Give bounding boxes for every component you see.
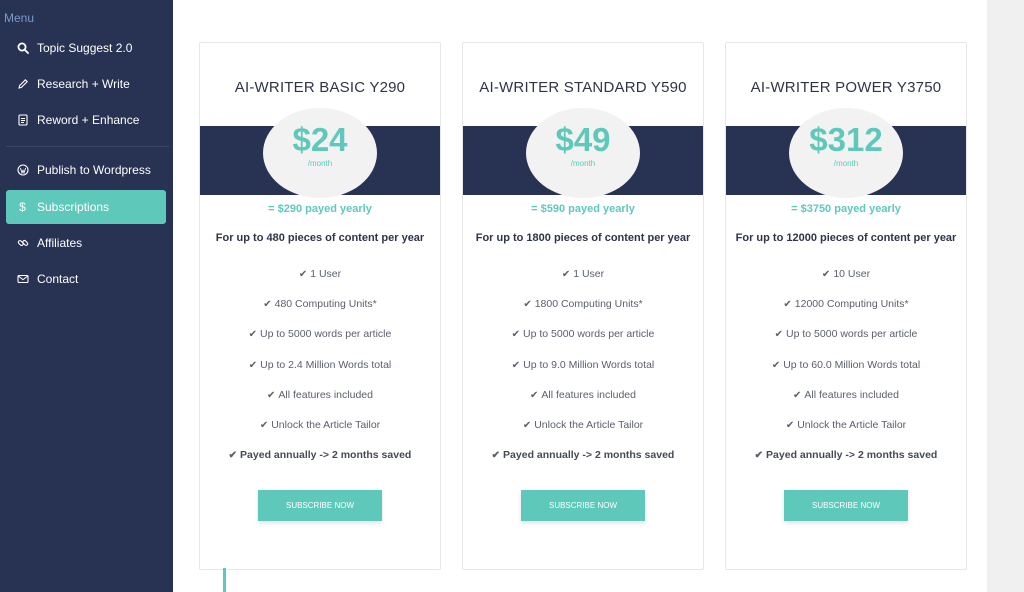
sidebar-item-research-write[interactable]: Research + Write	[6, 67, 166, 101]
plan-price: $49	[555, 121, 611, 158]
sidebar-item-label: Research + Write	[37, 77, 130, 91]
feature-list: ✔ 10 User ✔ 12000 Computing Units* ✔ Up to …	[726, 268, 966, 479]
yearly-price: = $290 payed yearly	[268, 203, 372, 215]
sidebar: Menu Topic Suggest 2.0 Research + Write …	[0, 0, 173, 592]
feature-item: ✔ Payed annually -> 2 months saved	[754, 449, 938, 462]
sidebar-item-label: Topic Suggest 2.0	[37, 41, 133, 55]
search-icon	[16, 42, 29, 55]
check-icon: ✔	[248, 359, 258, 371]
check-icon: ✔	[491, 450, 501, 462]
wordpress-icon	[16, 164, 29, 177]
feature-item: ✔ All features included	[530, 388, 636, 401]
page-scroll-gutter	[987, 0, 1024, 592]
feature-item: ✔ Up to 5000 words per article	[248, 328, 392, 341]
plan-title: AI-WRITER POWER Y3750	[750, 79, 942, 96]
feature-item: ✔ All features included	[267, 388, 373, 401]
feature-item: ✔ Unlock the Article Tailor	[522, 418, 644, 431]
sidebar-item-label: Subscriptions	[37, 200, 110, 214]
check-icon: ✔	[774, 329, 784, 341]
plan-price: $312	[809, 121, 883, 158]
check-icon: ✔	[259, 419, 269, 431]
plan-card-standard: AI-WRITER STANDARD Y590 $49 /month = $59…	[462, 42, 704, 570]
link-icon	[16, 237, 29, 250]
price-badge: $49 /month	[526, 108, 640, 198]
check-icon: ✔	[771, 359, 781, 371]
price-badge: $24 /month	[263, 108, 377, 198]
pencil-icon	[16, 78, 29, 91]
feature-item: ✔ 12000 Computing Units*	[783, 298, 909, 311]
feature-item: ✔ 1 User	[298, 268, 342, 280]
feature-item: ✔ Up to 2.4 Million Words total	[248, 358, 392, 371]
feature-item: ✔ Up to 9.0 Million Words total	[511, 358, 655, 371]
plan-price: $24	[292, 121, 348, 158]
check-icon: ✔	[511, 329, 521, 341]
check-icon: ✔	[522, 419, 532, 431]
check-icon: ✔	[523, 299, 532, 311]
sidebar-item-contact[interactable]: Contact	[6, 262, 166, 296]
check-icon: ✔	[511, 359, 521, 371]
document-icon	[16, 114, 29, 127]
check-icon: ✔	[267, 389, 276, 401]
plan-card-basic: AI-WRITER BASIC Y290 $24 /month = $290 p…	[199, 42, 441, 570]
content-limit: For up to 480 pieces of content per year	[215, 232, 425, 244]
check-icon: ✔	[785, 419, 795, 431]
dollar-icon: $	[19, 200, 26, 214]
subscribe-button[interactable]: Subscribe Now	[521, 490, 645, 521]
price-period: /month	[570, 159, 596, 168]
check-icon: ✔	[821, 269, 831, 280]
sidebar-item-reword-enhance[interactable]: Reword + Enhance	[6, 103, 166, 137]
check-icon: ✔	[530, 389, 539, 401]
price-badge: $312 /month	[789, 108, 903, 198]
feature-item: ✔ 1 User	[561, 268, 605, 280]
subscribe-button[interactable]: Subscribe Now	[784, 490, 908, 521]
check-icon: ✔	[248, 329, 258, 341]
sidebar-item-label: Reword + Enhance	[37, 113, 140, 127]
envelope-icon	[16, 273, 29, 286]
sidebar-item-affiliates[interactable]: Affiliates	[6, 226, 166, 260]
plan-title: AI-WRITER STANDARD Y590	[479, 79, 687, 96]
plan-card-power: AI-WRITER POWER Y3750 $312 /month = $375…	[725, 42, 967, 570]
sidebar-item-label: Publish to Wordpress	[37, 163, 151, 177]
feature-item: ✔ Payed annually -> 2 months saved	[491, 449, 675, 462]
yearly-price: = $3750 payed yearly	[791, 203, 901, 215]
sidebar-item-label: Affiliates	[37, 236, 83, 250]
check-icon: ✔	[783, 299, 792, 311]
feature-item: ✔ Up to 5000 words per article	[511, 328, 655, 341]
menu-title: Menu	[4, 11, 35, 25]
subscribe-button[interactable]: Subscribe Now	[258, 490, 382, 521]
feature-item: ✔ Up to 5000 words per article	[774, 328, 918, 341]
feature-item: ✔ Payed annually -> 2 months saved	[228, 449, 412, 462]
sidebar-item-publish-wordpress[interactable]: Publish to Wordpress	[6, 153, 166, 187]
sidebar-item-topic-suggest[interactable]: Topic Suggest 2.0	[6, 31, 166, 65]
feature-item: ✔ All features included	[793, 388, 899, 401]
plan-title: AI-WRITER BASIC Y290	[234, 79, 406, 96]
feature-item: ✔ Unlock the Article Tailor	[259, 418, 381, 431]
price-period: /month	[307, 159, 333, 168]
feature-list: ✔ 1 User ✔ 480 Computing Units* ✔ Up to 500…	[200, 268, 440, 479]
feature-item: ✔ Unlock the Article Tailor	[785, 418, 907, 431]
sidebar-divider	[6, 146, 169, 147]
check-icon: ✔	[754, 450, 764, 462]
check-icon: ✔	[793, 389, 802, 401]
feature-list: ✔ 1 User ✔ 1800 Computing Units* ✔ Up to 50…	[463, 268, 703, 479]
feature-item: ✔ 480 Computing Units*	[263, 298, 377, 311]
feature-item: ✔ 10 User	[821, 268, 871, 280]
sidebar-item-subscriptions[interactable]: $ Subscriptions	[6, 190, 166, 224]
yearly-price: = $590 payed yearly	[531, 203, 635, 215]
accent-mark	[223, 568, 226, 592]
feature-item: ✔ 1800 Computing Units*	[523, 298, 643, 311]
check-icon: ✔	[298, 269, 308, 280]
price-period: /month	[833, 159, 859, 168]
check-icon: ✔	[228, 450, 238, 462]
feature-item: ✔ Up to 60.0 Million Words total	[771, 358, 921, 371]
check-icon: ✔	[263, 299, 272, 311]
content-limit: For up to 1800 pieces of content per yea…	[475, 232, 691, 244]
check-icon: ✔	[561, 269, 571, 280]
sidebar-item-label: Contact	[37, 272, 79, 286]
content-limit: For up to 12000 pieces of content per ye…	[735, 232, 957, 244]
